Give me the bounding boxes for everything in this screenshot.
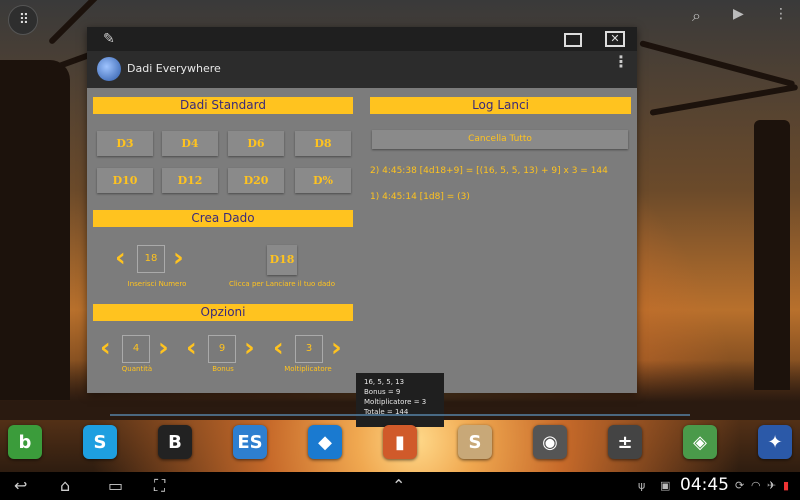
- increase-number-chevron-right-icon[interactable]: ›: [173, 245, 184, 271]
- custom-die-label: Clicca per Lanciare il tuo dado: [228, 280, 336, 288]
- custom-number-label: Inserisci Numero: [127, 280, 187, 288]
- screenshot-icon[interactable]: ⛶: [154, 476, 165, 496]
- multiplier-decrease-chevron-left-icon[interactable]: ‹: [273, 335, 284, 361]
- dock-divider: [110, 414, 690, 416]
- multiplier-field[interactable]: 3: [295, 335, 323, 363]
- die-button-d8[interactable]: D8: [295, 131, 351, 156]
- skype-icon[interactable]: S: [83, 425, 117, 459]
- cards-icon[interactable]: ▮: [383, 425, 417, 459]
- die-button-d20[interactable]: D20: [228, 168, 284, 193]
- decrease-number-chevron-left-icon[interactable]: ‹: [115, 245, 126, 271]
- battery-icon: ▮: [783, 479, 790, 492]
- tooltip-line: Moltiplicatore = 3: [364, 398, 427, 406]
- back-icon[interactable]: ↩: [14, 476, 27, 495]
- airplane-icon: ✈: [767, 479, 777, 492]
- tooltip-line: 16, 5, 5, 13: [364, 378, 405, 386]
- wallpaper-tree-left: [0, 60, 70, 400]
- maps-icon[interactable]: ◈: [683, 425, 717, 459]
- wifi-icon: ◠: [751, 479, 761, 492]
- es-file-explorer-icon[interactable]: ES: [233, 425, 267, 459]
- window-titlebar[interactable]: ✎ ✕: [87, 27, 637, 51]
- quantity-label: Quantità: [121, 365, 153, 373]
- die-button-d4[interactable]: D4: [162, 131, 218, 156]
- system-nav-bar: ↩ ⌂ ▭ ⛶ ⌃ ψ ▣ 04:45 ⟳ ◠ ✈ ▮: [0, 472, 800, 500]
- sync-icon: ⟳: [735, 479, 745, 492]
- all-apps-icon[interactable]: ⠿: [8, 5, 38, 35]
- calculator-icon[interactable]: ±: [608, 425, 642, 459]
- app-action-bar: Dadi Everywhere ⋮: [87, 51, 637, 88]
- multiplier-label: Moltiplicatore: [284, 365, 332, 373]
- search-icon[interactable]: ⌕: [692, 6, 701, 26]
- app-title: Dadi Everywhere: [127, 62, 221, 75]
- camera-icon[interactable]: ◉: [533, 425, 567, 459]
- section-header-create: Crea Dado: [93, 210, 353, 227]
- image-notification-icon: ▣: [660, 479, 671, 492]
- wallpaper-tree-right: [754, 120, 790, 390]
- usb-icon: ψ: [638, 479, 646, 492]
- quantity-field[interactable]: 4: [122, 335, 150, 363]
- section-header-standard: Dadi Standard: [93, 97, 353, 114]
- multiplier-increase-chevron-right-icon[interactable]: ›: [331, 335, 342, 361]
- die-button-d10[interactable]: D10: [97, 168, 153, 193]
- scrabble-icon[interactable]: S: [458, 425, 492, 459]
- clear-all-button[interactable]: Cancella Tutto: [372, 130, 628, 149]
- wallpaper-branch: [639, 40, 796, 88]
- tooltip-line: Bonus = 9: [364, 388, 401, 396]
- play-store-icon[interactable]: ▶: [733, 6, 744, 22]
- close-icon[interactable]: ✕: [605, 31, 625, 47]
- log-entry: 2) 4:45:38 [4d18+9] = [(16, 5, 5, 13) + …: [370, 166, 608, 176]
- app-window: ✎ ✕ Dadi Everywhere ⋮ Dadi Standard D3 D…: [87, 27, 637, 393]
- die-button-d12[interactable]: D12: [162, 168, 218, 193]
- app-logo-icon: [97, 57, 121, 81]
- die-button-d6[interactable]: D6: [228, 131, 284, 156]
- die-button-d3[interactable]: D3: [97, 131, 153, 156]
- custom-die-button[interactable]: D18: [267, 245, 297, 275]
- wallpaper-branch: [649, 83, 799, 116]
- clock: 04:45: [680, 475, 729, 495]
- maximize-icon[interactable]: [564, 33, 582, 47]
- section-header-options: Opzioni: [93, 304, 353, 321]
- bing-icon[interactable]: b: [8, 425, 42, 459]
- bonus-decrease-chevron-left-icon[interactable]: ‹: [186, 335, 197, 361]
- bonus-increase-chevron-right-icon[interactable]: ›: [244, 335, 255, 361]
- up-chevron-icon[interactable]: ⌃: [392, 476, 405, 495]
- overflow-menu-icon[interactable]: ⋮: [774, 6, 788, 22]
- quantity-increase-chevron-right-icon[interactable]: ›: [158, 335, 169, 361]
- pin-icon[interactable]: ✎: [103, 31, 115, 47]
- section-header-log: Log Lanci: [370, 97, 631, 114]
- quantity-decrease-chevron-left-icon[interactable]: ‹: [100, 335, 111, 361]
- app-overflow-icon[interactable]: ⋮: [613, 54, 629, 70]
- recent-apps-icon[interactable]: ▭: [108, 476, 123, 495]
- die-button-dpercent[interactable]: D%: [295, 168, 351, 193]
- bonus-label: Bonus: [212, 365, 234, 373]
- dropbox-icon[interactable]: ◆: [308, 425, 342, 459]
- bitcoin-icon[interactable]: B: [158, 425, 192, 459]
- custom-die-number-field[interactable]: 18: [137, 245, 165, 273]
- dadi-everywhere-icon[interactable]: ✦: [758, 425, 792, 459]
- log-entry: 1) 4:45:14 [1d8] = (3): [370, 192, 470, 202]
- home-icon[interactable]: ⌂: [60, 476, 70, 495]
- roll-detail-tooltip: 16, 5, 5, 13 Bonus = 9 Moltiplicatore = …: [356, 373, 444, 427]
- bonus-field[interactable]: 9: [208, 335, 236, 363]
